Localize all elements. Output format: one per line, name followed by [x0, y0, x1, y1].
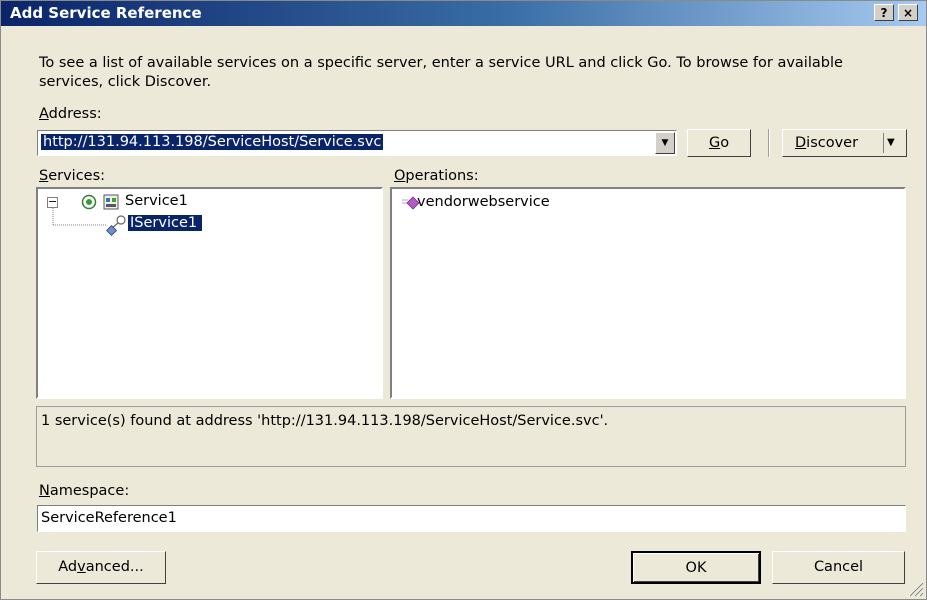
address-label: Address:: [39, 106, 102, 122]
split-divider: [883, 133, 884, 153]
operation-item-vendorwebservice[interactable]: vendorwebservice: [417, 194, 550, 210]
service-icon: [103, 194, 119, 210]
close-button[interactable]: ×: [898, 4, 918, 21]
ok-button[interactable]: OK: [631, 551, 761, 584]
instructions-text: To see a list of available services on a…: [39, 55, 843, 90]
address-input[interactable]: http://131.94.113.198/ServiceHost/Servic…: [41, 134, 384, 150]
operations-list[interactable]: vendorwebservice: [390, 187, 906, 399]
add-service-reference-dialog: Add Service Reference ? × To see a list …: [0, 0, 927, 600]
contract-icon: [106, 215, 126, 236]
chevron-down-icon[interactable]: ▼: [887, 130, 895, 156]
status-area: 1 service(s) found at address 'http://13…: [36, 406, 906, 467]
resize-grip-icon[interactable]: [906, 579, 924, 597]
dialog-title: Add Service Reference: [10, 4, 202, 22]
advanced-button[interactable]: Advanced...: [36, 551, 166, 584]
toolbar-separator: [768, 129, 770, 157]
dropdown-arrow-icon[interactable]: ▼: [655, 132, 675, 154]
namespace-value[interactable]: ServiceReference1: [41, 510, 177, 526]
namespace-input[interactable]: ServiceReference1: [37, 505, 906, 532]
service-status-icon: [81, 194, 97, 210]
tree-item-iservice1[interactable]: IService1: [128, 215, 203, 231]
help-button[interactable]: ?: [874, 4, 894, 21]
title-bar[interactable]: Add Service Reference ? ×: [1, 1, 926, 26]
services-label: Services:: [39, 168, 106, 184]
address-combobox[interactable]: http://131.94.113.198/ServiceHost/Servic…: [37, 130, 677, 156]
services-tree[interactable]: − Service1 IService1: [36, 187, 383, 399]
status-message: 1 service(s) found at address 'http://13…: [41, 413, 609, 429]
operations-label: Operations:: [394, 168, 479, 184]
discover-split-button[interactable]: Discover ▼: [782, 129, 907, 157]
go-button[interactable]: Go: [687, 129, 751, 157]
cancel-button[interactable]: Cancel: [772, 551, 905, 584]
collapse-icon[interactable]: −: [47, 196, 58, 208]
discover-button[interactable]: Discover: [795, 130, 858, 156]
tree-item-service1[interactable]: Service1: [125, 193, 188, 209]
namespace-label: Namespace:: [39, 483, 130, 499]
